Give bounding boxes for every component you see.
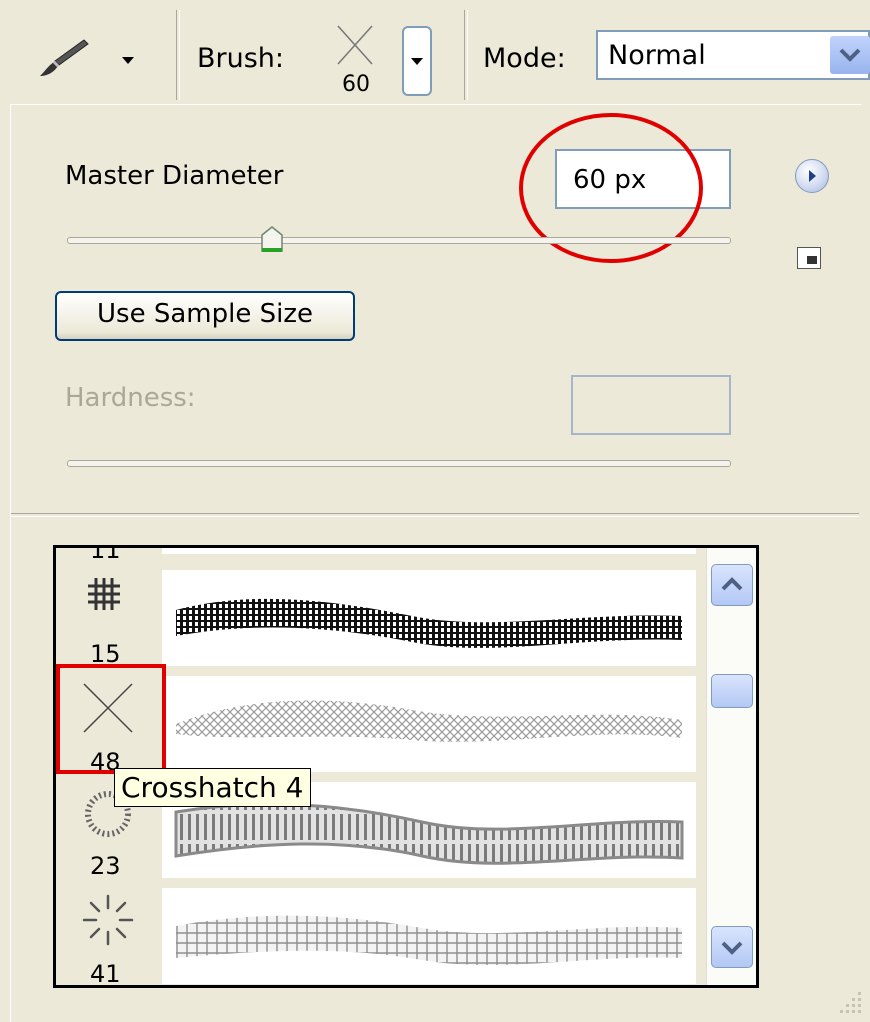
hardness-label: Hardness: [65,383,196,413]
slider-thumb[interactable] [260,225,284,252]
panel-menu-button[interactable] [795,159,829,193]
mode-value: Normal [608,40,706,71]
stroke-preview [162,676,696,772]
preset-tooltip: Crosshatch 4 [114,768,311,807]
chevron-down-icon [839,48,861,62]
chevron-down-icon [721,941,743,955]
tool-preset-dropdown-icon[interactable] [122,57,134,64]
brush-size-label: 60 [342,72,370,97]
crosshatch-grid-icon [88,578,120,610]
brush-thumbnail: 15 [56,566,160,670]
starburst-icon [82,894,134,946]
brush-picker-dropdown-button[interactable] [402,26,432,96]
stroke-preview [162,888,696,984]
arrow-right-icon [809,170,816,182]
hardness-slider[interactable] [67,460,731,467]
crosshatch-x-icon [337,25,373,65]
brush-size-number: 23 [90,852,121,880]
brush-tool-icon[interactable] [36,36,92,80]
hardness-input[interactable] [571,375,731,435]
panel-divider [11,513,859,517]
new-preset-icon[interactable] [797,247,821,269]
brush-thumbnail: 41 [56,884,160,988]
toolbar-separator [464,10,468,100]
scroll-up-button[interactable] [711,564,753,606]
list-item[interactable]: 11 [56,545,706,568]
master-diameter-label: Master Diameter [65,161,284,191]
scroll-thumb[interactable] [711,674,753,708]
list-item[interactable]: 15 [56,566,706,670]
chevron-up-icon [721,577,743,591]
stroke-starburst [176,915,682,966]
list-item[interactable]: 41 [56,884,706,988]
stroke-preview [162,570,696,666]
annotation-box [56,664,166,774]
annotation-circle [519,113,703,263]
stroke-crosshatch-light [176,700,682,742]
toolbar-separator [176,10,180,100]
brush-size-number: 41 [90,960,121,988]
chevron-down-icon [411,58,423,65]
options-bar: Brush: 60 Mode: Normal [0,0,870,104]
master-diameter-slider[interactable] [67,237,731,244]
brush-label: Brush: [197,43,285,74]
mode-select[interactable]: Normal [596,30,870,80]
mode-label: Mode: [483,43,566,74]
use-sample-size-button[interactable]: Use Sample Size [55,291,355,341]
vertical-scrollbar[interactable] [706,548,756,985]
stroke-preview [162,548,696,554]
mode-dropdown-arrow[interactable] [830,36,870,74]
resize-grip-icon[interactable] [838,988,866,1016]
brush-size-number: 11 [90,545,121,564]
new-preset-glyph [807,256,817,264]
stroke-crosshatch-dark [176,598,682,648]
scroll-down-button[interactable] [711,926,753,968]
brush-preset-preview[interactable]: 60 [330,20,380,100]
